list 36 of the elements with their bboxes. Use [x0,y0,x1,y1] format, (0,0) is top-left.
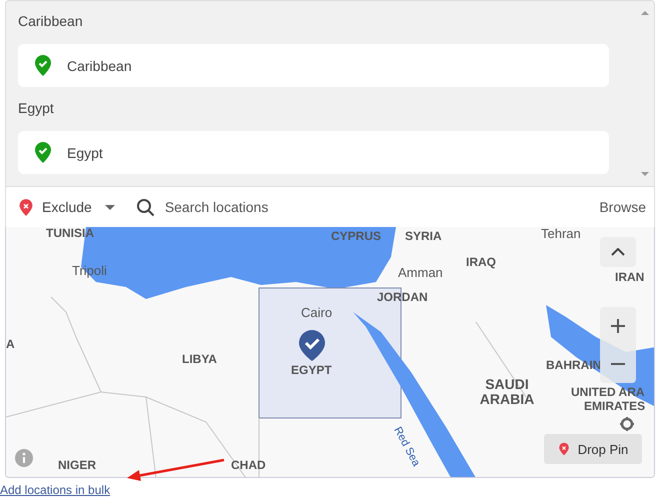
city-label: Cairo [301,306,332,320]
country-label: SAUDI ARABIA [478,377,536,408]
add-in-bulk-link[interactable]: Add locations in bulk [0,483,110,497]
browse-button[interactable]: Browse [599,199,646,215]
country-label: CYPRUS [331,230,382,244]
zoom-in-button[interactable] [600,307,636,345]
section-heading: Caribbean [18,13,84,31]
caret-icon [611,248,625,256]
country-label: A [6,338,15,352]
minus-icon [611,362,625,366]
section-heading: Egypt [18,100,55,118]
country-label: EGYPT [291,364,332,378]
exclude-dropdown[interactable]: Exclude [18,198,116,216]
location-name: Caribbean [67,58,132,74]
country-label: EMIRATES [584,400,646,414]
sea-label: Red Sea [391,425,422,468]
country-label: CHAD [231,459,266,472]
location-name: Egypt [67,144,103,160]
country-label: IRAQ [466,256,496,270]
plus-icon [611,319,625,333]
location-card[interactable]: Egypt [18,131,609,174]
city-label: Tehran [541,227,581,242]
country-label: IRAN [615,271,644,284]
cross-pin-icon [558,442,570,456]
pan-up-button[interactable] [600,237,636,267]
city-label: Amman [398,266,443,280]
drop-pin-button[interactable]: Drop Pin [544,434,642,464]
location-card[interactable]: Caribbean [18,44,609,87]
zoom-out-button[interactable] [600,345,636,383]
check-pin-icon [298,329,326,362]
caret-down-icon [104,204,116,210]
search-icon [136,198,155,216]
country-label: LIBYA [182,353,217,366]
crosshair-icon[interactable] [620,417,634,431]
country-label: NIGER [58,459,96,472]
country-label: SYRIA [405,230,442,244]
